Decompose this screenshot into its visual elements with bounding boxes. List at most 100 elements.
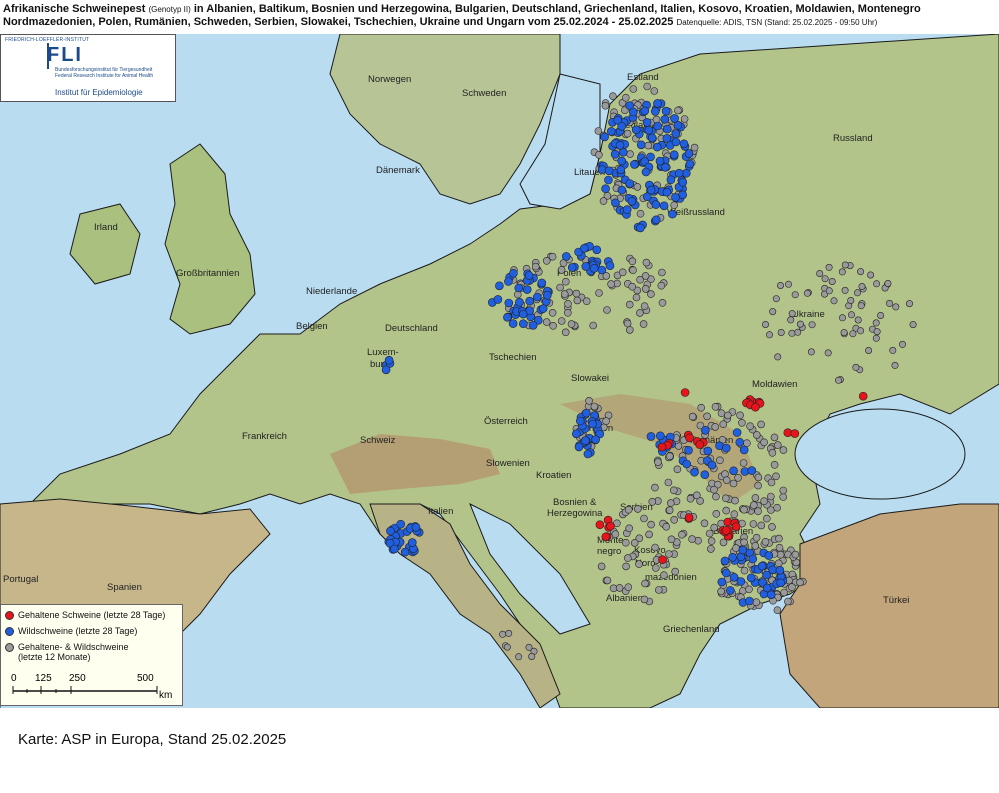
outbreak-point [762, 514, 771, 523]
outbreak-point [617, 122, 627, 131]
country-label: Schweden [462, 88, 506, 99]
legend-item-domestic: Gehaltene Schweine (letzte 28 Tage) [5, 610, 165, 620]
outbreak-point [548, 308, 557, 317]
outbreak-point [583, 449, 593, 459]
outbreak-point [603, 576, 612, 585]
outbreak-point [791, 291, 799, 299]
outbreak-point [853, 289, 861, 297]
outbreak-point [632, 293, 641, 302]
outbreak-point [780, 588, 788, 597]
country-label: Großbritannien [176, 268, 239, 279]
outbreak-point [772, 472, 780, 481]
outbreak-point [514, 283, 524, 293]
outbreak-point [857, 268, 865, 276]
outbreak-point [624, 505, 633, 514]
outbreak-point [885, 299, 893, 307]
outbreak-point [542, 257, 551, 265]
outbreak-point [625, 524, 634, 533]
scale-tick: 250 [69, 673, 86, 684]
outbreak-point [604, 175, 613, 185]
outbreak-point [761, 537, 770, 546]
outbreak-point [641, 285, 650, 293]
outbreak-point [515, 297, 524, 307]
outbreak-point [751, 494, 760, 502]
outbreak-point [728, 552, 737, 562]
outbreak-point [561, 328, 570, 337]
outbreak-point [671, 567, 680, 576]
outbreak-point [531, 262, 540, 271]
outbreak-point [776, 550, 785, 559]
outbreak-point [808, 321, 816, 329]
outbreak-point [865, 346, 873, 354]
outbreak-point [743, 439, 751, 448]
outbreak-point [751, 541, 760, 550]
outbreak-point [642, 258, 651, 267]
outbreak-point [674, 168, 684, 178]
outbreak-point [777, 328, 785, 336]
outbreak-point [884, 280, 892, 288]
outbreak-point [636, 140, 646, 150]
outbreak-point [828, 278, 836, 286]
outbreak-point [655, 156, 665, 166]
outbreak-point [561, 252, 571, 261]
country-label: Kroatien [536, 470, 571, 481]
outbreak-point [730, 510, 739, 519]
outbreak-point [658, 298, 667, 307]
outbreak-point [605, 261, 615, 270]
outbreak-point [703, 446, 713, 456]
outbreak-point [628, 282, 637, 291]
outbreak-point [872, 334, 880, 342]
outbreak-point [499, 630, 507, 638]
outbreak-point [720, 556, 730, 566]
outbreak-point [669, 150, 679, 159]
outbreak-point [522, 285, 532, 294]
outbreak-point [909, 321, 917, 329]
outbreak-point [653, 121, 663, 131]
outbreak-point [749, 520, 758, 528]
outbreak-point [622, 562, 630, 571]
outbreak-point [646, 432, 656, 441]
title-line-2: Nordmazedonien, Polen, Rumänien, Schwede… [3, 16, 674, 28]
outbreak-point [877, 311, 885, 319]
outbreak-point [767, 478, 776, 487]
outbreak-point [673, 465, 682, 474]
outbreak-point [508, 319, 518, 328]
outbreak-point [770, 460, 779, 469]
outbreak-point [680, 115, 689, 123]
outbreak-point [784, 280, 792, 288]
outbreak-point [757, 420, 765, 429]
outbreak-point [384, 355, 394, 365]
outbreak-point [400, 547, 410, 557]
scale-unit: km [159, 690, 172, 701]
outbreak-point [898, 340, 906, 348]
outbreak-point [790, 429, 800, 438]
outbreak-point [740, 505, 748, 514]
outbreak-point [712, 509, 721, 518]
outbreak-point [616, 165, 626, 175]
outbreak-point [661, 106, 671, 116]
country-label: Frankreich [242, 431, 287, 442]
country-label: Italien [428, 506, 453, 517]
outbreak-point [600, 132, 609, 142]
fli-logo: FRIEDRICH-LOEFFLER-INSTITUT FLI Bundesfo… [0, 34, 176, 102]
outbreak-point [567, 263, 577, 272]
outbreak-point [650, 107, 660, 116]
outbreak-point [538, 304, 548, 313]
outbreak-point [595, 520, 605, 530]
outbreak-point [710, 485, 718, 494]
outbreak-point [717, 409, 726, 418]
outbreak-point [567, 320, 576, 328]
map-frame: Norwegen Schweden Estland Lettland Russland D… [0, 0, 999, 708]
outbreak-point [617, 185, 627, 195]
outbreak-point [660, 115, 670, 124]
outbreak-point [595, 289, 603, 297]
outbreak-point [738, 418, 746, 427]
outbreak-point [685, 433, 694, 443]
outbreak-point [712, 492, 720, 501]
outbreak-point [776, 578, 786, 588]
outbreak-point [752, 533, 761, 542]
outbreak-point [509, 269, 518, 278]
outbreak-point [504, 277, 513, 286]
outbreak-point [747, 466, 757, 475]
outbreak-point [867, 271, 875, 279]
